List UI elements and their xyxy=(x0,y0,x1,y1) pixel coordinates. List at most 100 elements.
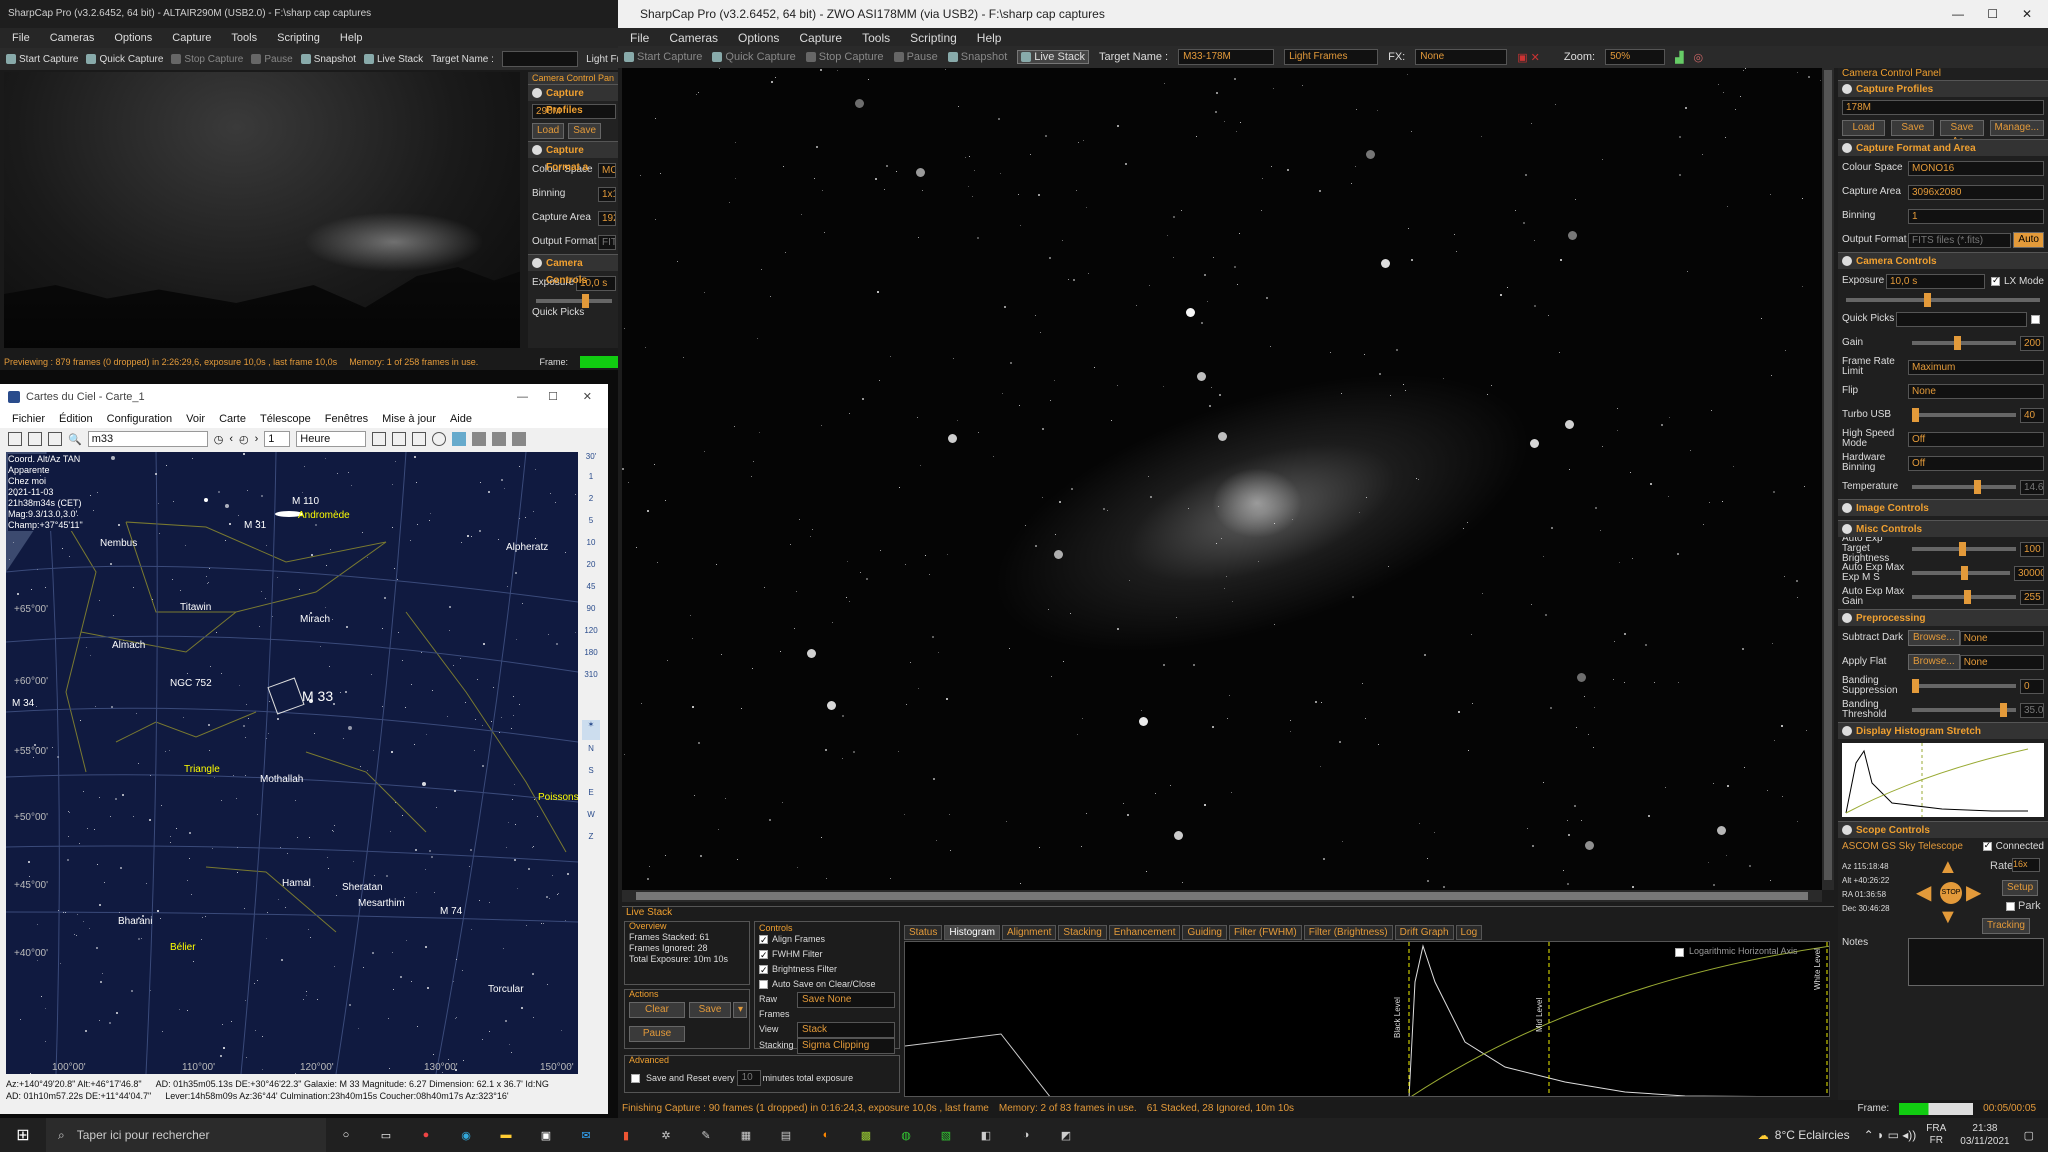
camera-controls-header[interactable]: Camera Controls xyxy=(528,254,620,286)
stop-capture-button[interactable]: Stop Capture xyxy=(171,54,243,65)
telescope2-icon[interactable] xyxy=(472,432,487,446)
quick-capture-button[interactable]: Quick Capture xyxy=(712,51,796,63)
auto-exp-max-slider-knob[interactable] xyxy=(1961,566,1968,580)
telescope-icon[interactable] xyxy=(452,432,467,446)
move-icon[interactable] xyxy=(412,432,427,446)
hardware-binning-select[interactable]: Off xyxy=(1908,455,2044,471)
scale-label[interactable]: 1 xyxy=(580,472,602,494)
menu-options[interactable]: Options xyxy=(114,28,152,48)
scale-label[interactable]: 5 xyxy=(580,516,602,538)
compass-w[interactable]: W xyxy=(580,810,602,832)
mail-icon[interactable]: ✉ xyxy=(566,1129,606,1142)
tab-guiding[interactable]: Guiding xyxy=(1182,925,1227,940)
app-icon[interactable]: ◍ xyxy=(886,1129,926,1142)
arrow-left-icon[interactable]: ◀ xyxy=(1916,880,1931,905)
notes-textarea[interactable] xyxy=(1908,938,2044,986)
menu-cameras[interactable]: Cameras xyxy=(669,28,718,48)
zoom-select[interactable]: 50% xyxy=(1605,49,1666,65)
target-name-input[interactable] xyxy=(501,51,579,67)
snapshot-button[interactable]: Snapshot xyxy=(300,54,356,65)
menu-scripting[interactable]: Scripting xyxy=(277,28,320,48)
preprocessing-header[interactable]: Preprocessing xyxy=(1838,609,2048,626)
scale-label[interactable]: 20 xyxy=(580,560,602,582)
log-axis-checkbox[interactable] xyxy=(1675,948,1684,957)
snapshot-button[interactable]: Snapshot xyxy=(947,51,1007,63)
auto-exp-gain-slider[interactable] xyxy=(1912,590,2016,604)
save-reset-checkbox[interactable] xyxy=(631,1073,640,1083)
stacking-select[interactable]: Sigma Clipping xyxy=(797,1038,895,1054)
exposure-slider[interactable] xyxy=(1846,293,2040,307)
auto-checkbox[interactable] xyxy=(2031,314,2040,324)
rate-select[interactable]: 16x xyxy=(2012,858,2040,872)
sharpcap-icon[interactable]: ◩ xyxy=(1046,1129,1086,1142)
taskbar-search[interactable]: ⌕ Taper ici pour rechercher xyxy=(46,1118,326,1152)
tray-icons[interactable]: ⌃ ◗ ▭ ◂)) xyxy=(1864,1128,1917,1142)
clock[interactable]: 21:38 03/11/2021 xyxy=(1960,1122,2009,1148)
edge-icon[interactable]: ◉ xyxy=(446,1129,486,1142)
compass-s[interactable]: S xyxy=(580,766,602,788)
park-checkbox[interactable] xyxy=(2006,902,2015,911)
target-name-input[interactable]: M33-178M xyxy=(1178,49,1275,65)
banding-suppression-input[interactable]: 0 xyxy=(2020,678,2044,694)
start-capture-button[interactable]: Start Capture xyxy=(624,51,702,63)
zoom-box-icon[interactable] xyxy=(392,432,407,446)
save-stack-button[interactable]: Save xyxy=(689,1002,731,1018)
menu-file[interactable]: File xyxy=(12,28,30,48)
app-icon[interactable]: ▧ xyxy=(926,1129,966,1142)
fx-select[interactable]: None xyxy=(1415,49,1508,65)
exposure-slider[interactable] xyxy=(536,294,612,308)
main-maximize-icon[interactable]: ☐ xyxy=(1987,0,1998,28)
output-format-select[interactable]: FITS files (*.fits) xyxy=(1908,232,2012,248)
menu-capture[interactable]: Capture xyxy=(172,28,211,48)
pause-stack-button[interactable]: Pause xyxy=(629,1026,685,1042)
store-icon[interactable]: ▣ xyxy=(526,1129,566,1142)
firefox-icon[interactable]: ◐ xyxy=(806,1129,846,1141)
tab-alignment[interactable]: Alignment xyxy=(1001,925,1057,940)
compass-e[interactable]: E xyxy=(580,788,602,810)
menu-options[interactable]: Options xyxy=(738,28,779,48)
turbo-usb-input[interactable]: 40 xyxy=(2020,407,2044,423)
load-profile-button[interactable]: Load xyxy=(1842,120,1886,136)
colour-space-select[interactable]: MO xyxy=(598,162,616,178)
colour-space-select[interactable]: MONO16 xyxy=(1908,160,2044,176)
scale-label[interactable]: 2 xyxy=(580,494,602,516)
align-frames-checkbox[interactable] xyxy=(759,933,768,948)
gain-input[interactable]: 200 xyxy=(2020,335,2044,351)
auto-exp-target-slider[interactable] xyxy=(1912,542,2016,556)
cdc-menu-aide[interactable]: Aide xyxy=(450,410,472,428)
stack-histogram[interactable]: Logarithmic Horizontal Axis Black Level … xyxy=(904,941,1830,1097)
main-close-icon[interactable]: ✕ xyxy=(2022,0,2032,28)
image-controls-header[interactable]: Image Controls xyxy=(1838,499,2048,516)
cdc-menu-configuration[interactable]: Configuration xyxy=(107,410,172,428)
reticle-icon[interactable]: ◎ xyxy=(1694,51,1704,64)
app-icon[interactable]: ▩ xyxy=(846,1129,886,1142)
stop-capture-button[interactable]: Stop Capture xyxy=(805,51,884,63)
cdc-menu-fichier[interactable]: Fichier xyxy=(12,410,45,428)
language-indicator[interactable]: FRA FR xyxy=(1926,1123,1946,1147)
telescope3-icon[interactable] xyxy=(492,432,507,446)
histogram-stretch-header[interactable]: Display Histogram Stretch xyxy=(1838,722,2048,739)
menu-help[interactable]: Help xyxy=(977,28,1002,48)
stop-button[interactable]: STOP xyxy=(1940,882,1962,904)
tab-filter-brightness[interactable]: Filter (Brightness) xyxy=(1303,925,1393,940)
clock-icon[interactable]: ◷ xyxy=(214,433,224,446)
start-capture-button[interactable]: Start Capture xyxy=(6,54,78,65)
output-format-select[interactable]: FITS xyxy=(598,234,616,250)
image-vscrollbar[interactable] xyxy=(1822,68,1834,890)
setup-button[interactable]: Setup xyxy=(2002,880,2039,896)
minutes-input[interactable]: 10 xyxy=(736,1070,761,1086)
scale-label[interactable]: 90 xyxy=(580,604,602,626)
step-input[interactable]: 1 xyxy=(264,431,291,447)
scope-controls-header[interactable]: Scope Controls xyxy=(1838,821,2048,838)
forward-icon[interactable]: › xyxy=(255,433,259,445)
windows-start-icon[interactable]: ⊞ xyxy=(0,1125,46,1145)
load-profile-button[interactable]: Load xyxy=(532,123,565,139)
back-icon[interactable]: ‹ xyxy=(229,433,233,445)
capture-profiles-header[interactable]: Capture Profiles xyxy=(1838,80,2048,97)
live-stack-button[interactable]: Live Stack xyxy=(363,54,423,65)
grid-icon[interactable] xyxy=(372,432,387,446)
scale-label[interactable]: 180 xyxy=(580,648,602,670)
high-speed-select[interactable]: Off xyxy=(1908,431,2044,447)
pause-button[interactable]: Pause xyxy=(251,54,293,65)
scale-label[interactable]: 45 xyxy=(580,582,602,604)
